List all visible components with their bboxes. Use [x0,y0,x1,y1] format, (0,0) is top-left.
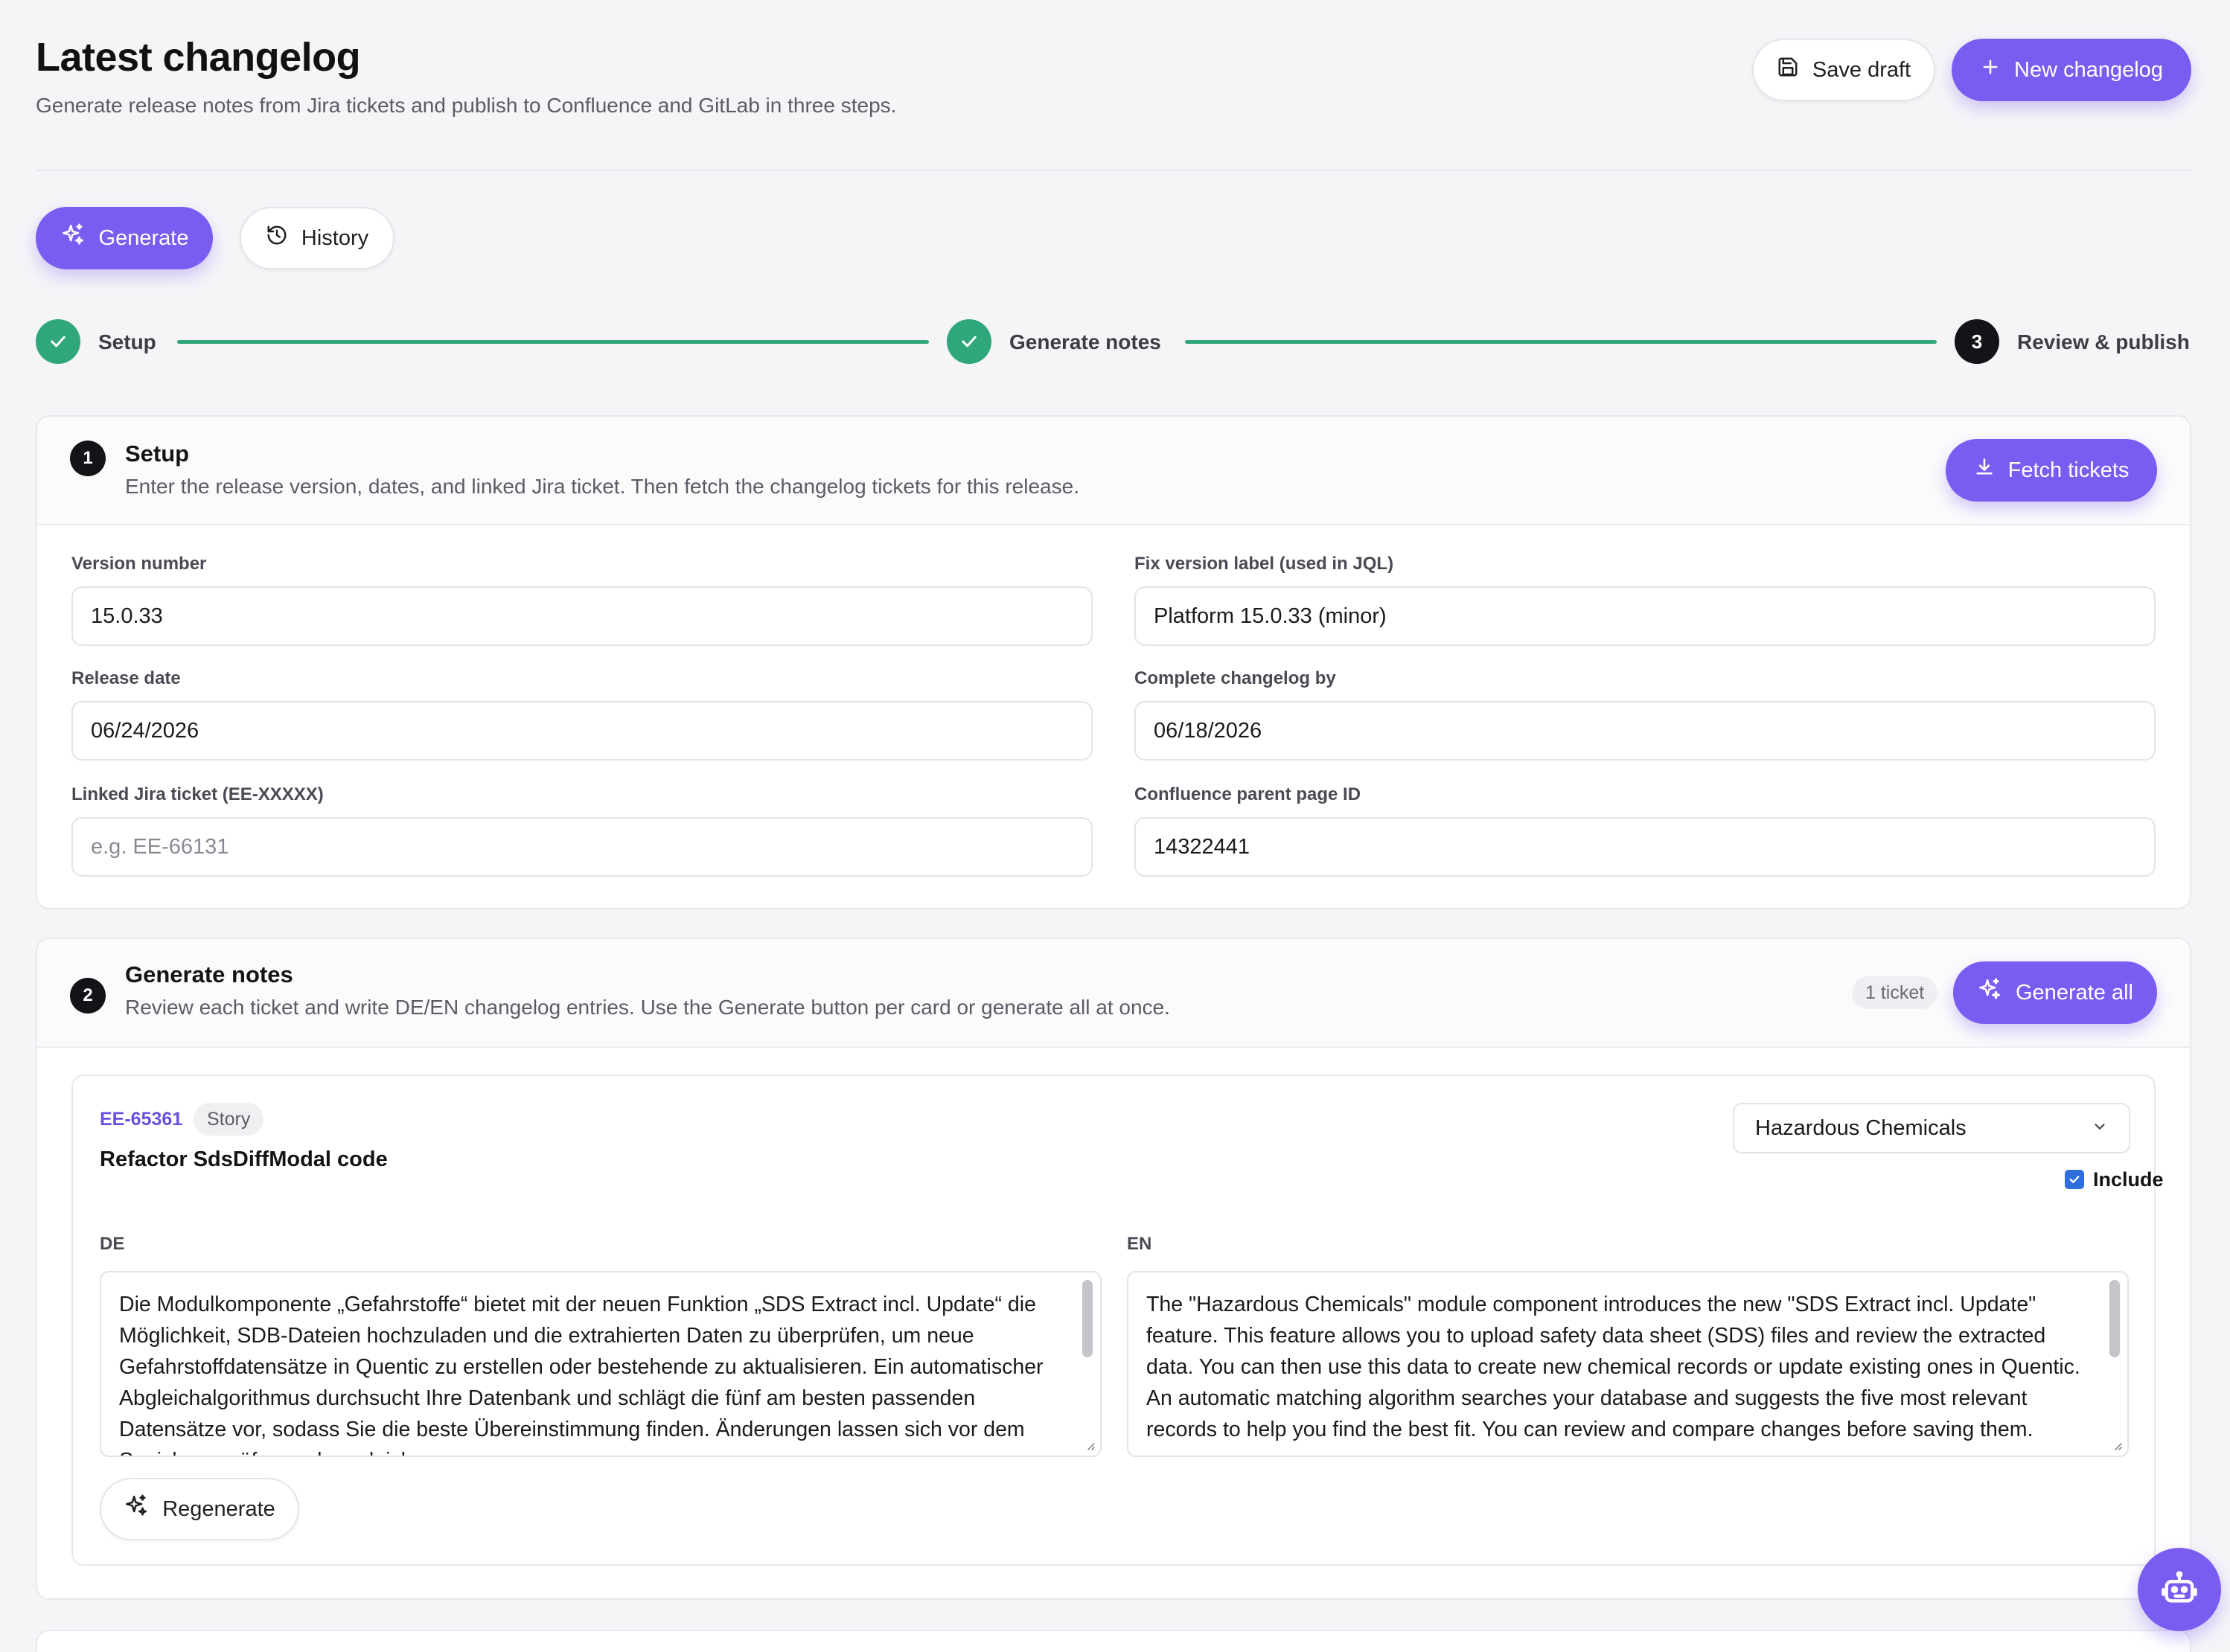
ticket-count-badge: 1 ticket [1852,976,1938,1009]
resize-grip-icon[interactable] [2111,1439,2123,1451]
floppy-disk-icon [1777,56,1799,84]
step-review-number: 3 [1955,319,1999,364]
resize-grip-icon[interactable] [1084,1439,1096,1451]
step-review-label: Review & publish [2017,330,2190,353]
tab-generate-label: Generate [98,225,189,250]
de-label: DE [100,1234,125,1254]
ticket-key-link[interactable]: EE-65361 [100,1109,182,1130]
generate-all-button[interactable]: Generate all [1953,961,2157,1024]
tab-generate[interactable]: Generate [36,207,213,269]
save-draft-label: Save draft [1812,57,1911,82]
tab-history-label: History [301,225,369,250]
ticket-title: Refactor SdsDiffModal code [100,1147,388,1171]
generate-all-label: Generate all [2016,980,2133,1005]
changelog-page: Latest changelog Generate release notes … [0,0,2230,1652]
confluence-page-input[interactable] [1134,817,2156,877]
page-title: Latest changelog [36,35,361,80]
de-scrollbar[interactable] [1082,1280,1093,1357]
ticket-card: EE-65361 Story Refactor SdsDiffModal cod… [71,1075,2164,1566]
regenerate-button[interactable]: Regenerate [100,1478,299,1540]
history-icon [266,224,288,252]
en-scrollbar[interactable] [2109,1280,2120,1357]
module-select[interactable]: Hazardous Chemicals [1733,1103,2130,1153]
sparkles-icon [1977,977,2002,1008]
step-generate-label: Generate notes [1009,330,1161,353]
version-input[interactable] [71,586,1093,646]
setup-step-number: 1 [70,441,106,476]
fix-version-label: Fix version label (used in JQL) [1134,554,1394,574]
step-setup-label: Setup [98,330,156,353]
save-draft-button[interactable]: Save draft [1752,39,1935,101]
robot-icon [2160,1569,2199,1611]
download-icon [1974,457,1995,484]
jira-ticket-input[interactable] [71,817,1093,877]
version-label: Version number [71,554,207,574]
chevron-down-icon [2092,1116,2108,1141]
complete-by-input[interactable] [1134,701,2156,761]
module-select-value: Hazardous Chemicals [1755,1115,1967,1140]
jira-ticket-label: Linked Jira ticket (EE-XXXXX) [71,784,324,804]
step-setup-check-icon [36,319,80,364]
generate-card-header: 2 Generate notes Review each ticket and … [37,939,2190,1048]
assistant-button[interactable] [2138,1548,2221,1631]
setup-description: Enter the release version, dates, and li… [125,475,1079,498]
generate-title: Generate notes [125,961,293,987]
tab-history[interactable]: History [240,207,394,269]
page-subtitle: Generate release notes from Jira tickets… [36,94,897,117]
generate-step-number: 2 [70,978,106,1014]
en-label: EN [1127,1234,1152,1254]
new-changelog-button[interactable]: New changelog [1952,39,2191,101]
plus-icon [1980,57,2001,83]
generate-card: 2 Generate notes Review each ticket and … [36,938,2191,1600]
ticket-type-badge: Story [194,1103,264,1136]
step-connector-2 [1185,340,1937,344]
setup-card: 1 Setup Enter the release version, dates… [36,415,2191,909]
sparkles-icon [124,1493,149,1525]
regenerate-label: Regenerate [162,1496,275,1521]
fetch-tickets-button[interactable]: Fetch tickets [1946,439,2157,502]
include-checkbox[interactable] [2065,1170,2084,1189]
de-text: Die Modulkomponente „Gefahrstoffe“ biete… [119,1293,1044,1456]
release-date-input[interactable] [71,701,1093,761]
confluence-page-label: Confluence parent page ID [1134,784,1361,804]
new-changelog-label: New changelog [2014,57,2163,82]
review-card [36,1630,2191,1652]
step-connector-1 [177,340,929,344]
de-textarea[interactable]: Die Modulkomponente „Gefahrstoffe“ biete… [100,1271,1102,1457]
release-date-label: Release date [71,668,181,688]
complete-by-label: Complete changelog by [1134,668,1336,688]
fetch-tickets-label: Fetch tickets [2007,458,2130,482]
sparkles-icon [60,222,86,254]
en-text: The "Hazardous Chemicals" module compone… [1146,1293,2080,1441]
step-generate-check-icon [947,319,991,364]
setup-title: Setup [125,441,190,467]
generate-description: Review each ticket and write DE/EN chang… [125,996,1170,1019]
fix-version-input[interactable] [1134,586,2156,646]
setup-card-header: 1 Setup Enter the release version, dates… [37,417,2190,525]
header-divider [36,170,2191,171]
include-label: Include [2093,1168,2164,1191]
en-textarea[interactable]: The "Hazardous Chemicals" module compone… [1127,1271,2129,1457]
